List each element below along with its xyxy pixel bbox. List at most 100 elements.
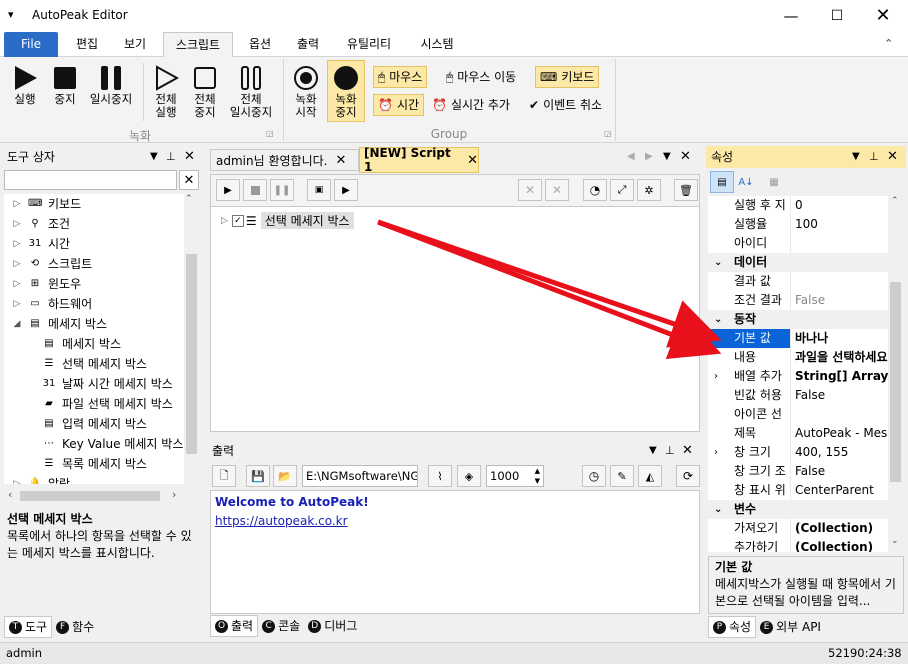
property-row[interactable]: 빈값 허용 False	[708, 386, 888, 405]
tab-list-icon[interactable]: ▼	[663, 151, 671, 162]
close-icon[interactable]: ✕	[682, 440, 693, 462]
pin-icon[interactable]: ⊥	[166, 146, 176, 168]
disabled-button[interactable]: ✕	[518, 179, 542, 201]
property-value[interactable]: 400, 155	[790, 443, 888, 462]
expand-arrow-icon[interactable]: ▷	[10, 254, 24, 274]
property-row[interactable]: 창 표시 위 CenterParent	[708, 481, 888, 500]
expand-arrow-icon[interactable]: ▷	[10, 474, 24, 484]
property-row[interactable]: 결과 값	[708, 272, 888, 291]
tab-tools[interactable]: T 도구	[4, 616, 53, 638]
tab-utility[interactable]: 유틸리티	[336, 32, 402, 57]
property-row[interactable]: 제목 AutoPeak - Messa	[708, 424, 888, 443]
property-value[interactable]: (Collection)	[790, 538, 888, 552]
toolbox-item[interactable]: ▷ ⌨ 키보드	[4, 194, 184, 214]
realtime-add-toggle[interactable]: ⏰ 실시간 추가	[428, 94, 514, 116]
delete-button[interactable]: 🗑	[674, 179, 698, 201]
toolbox-vscrollbar[interactable]: ⌃	[184, 194, 199, 484]
collapse-button[interactable]: ✲	[637, 179, 661, 201]
expand-arrow-icon[interactable]: ◢	[10, 314, 24, 334]
toolbox-item[interactable]: ▷ 31 시간	[4, 234, 184, 254]
pause-script-button[interactable]: ❚❚	[270, 179, 294, 201]
property-category[interactable]: ⌄ 데이터	[708, 253, 888, 272]
tab-system[interactable]: 시스템	[408, 32, 466, 57]
toolbox-item[interactable]: ▷ ⟲ 스크립트	[4, 254, 184, 274]
close-icon[interactable]: ✕	[887, 146, 898, 168]
pause-button[interactable]: 일시중지	[86, 61, 136, 106]
pause-all-button[interactable]: 전체 일시중지	[226, 61, 276, 119]
keyboard-toggle[interactable]: ⌨ 키보드	[535, 66, 600, 88]
tab-properties[interactable]: P 속성	[708, 616, 757, 638]
tab-output-log[interactable]: O 출력	[210, 615, 259, 637]
tab-scroll-right-icon[interactable]: ▶	[645, 151, 653, 162]
property-pages-button[interactable]: ▦	[762, 171, 786, 193]
maximize-button[interactable]: ☐	[814, 0, 860, 32]
checkbox-icon[interactable]: ✓	[231, 214, 244, 227]
property-row[interactable]: 조건 결과 False	[708, 291, 888, 310]
toolbox-item[interactable]: ▷ ▭ 하드웨어	[4, 294, 184, 314]
toolbox-item[interactable]: ☰ 선택 메세지 박스	[4, 354, 184, 374]
property-row[interactable]: 추가하기 (Collection)	[708, 538, 888, 552]
toolbox-item[interactable]: ▷ 🔔 알람	[4, 474, 184, 484]
property-vscrollbar[interactable]: ⌃ ⌄	[888, 196, 903, 552]
property-value[interactable]: False	[790, 462, 888, 481]
property-category[interactable]: ⌄ 변수	[708, 500, 888, 519]
tab-output[interactable]: 출력	[286, 32, 330, 57]
toolbox-item[interactable]: ▰ 파일 선택 메세지 박스	[4, 394, 184, 414]
expand-arrow-icon[interactable]: ▷	[10, 214, 24, 234]
script-canvas[interactable]: ▷ ✓ ☰ 선택 메세지 박스	[210, 206, 700, 432]
property-row[interactable]: 아이디	[708, 234, 888, 253]
mouse-toggle[interactable]: 🖱 마우스	[373, 66, 428, 88]
output-log[interactable]: Welcome to AutoPeak! https://autopeak.co…	[210, 490, 700, 614]
dropdown-icon[interactable]: ▼	[649, 440, 657, 462]
tab-welcome[interactable]: admin님 환영합니다. ✕	[210, 149, 359, 171]
pin-icon[interactable]: ⊥	[869, 146, 879, 168]
stop-all-button[interactable]: 전체 중지	[185, 61, 225, 119]
script-node[interactable]: ▷ ✓ ☰ 선택 메세지 박스	[221, 212, 354, 229]
save-button[interactable]: 💾	[246, 465, 270, 487]
property-row[interactable]: 실행 후 지 0	[708, 196, 888, 215]
categorized-button[interactable]: ▤	[710, 171, 734, 193]
dialog-launcher-icon[interactable]: ◲	[604, 129, 612, 138]
property-value[interactable]: (Collection)	[790, 519, 888, 538]
fill-button[interactable]: ◭	[638, 465, 662, 487]
property-value[interactable]: 100	[790, 215, 888, 234]
collapse-ribbon-icon[interactable]: ⌃	[884, 37, 893, 50]
toolbox-item[interactable]: ▷ ⊞ 윈도우	[4, 274, 184, 294]
log-path-input[interactable]: E:\NGMsoftware\NG	[302, 465, 418, 487]
pen-button[interactable]: ✎	[610, 465, 634, 487]
property-value[interactable]	[790, 234, 888, 253]
expand-arrow-icon[interactable]: ▷	[10, 234, 24, 254]
tab-debug[interactable]: D 디버그	[304, 615, 361, 637]
toolbox-item[interactable]: ◢ ▤ 메세지 박스	[4, 314, 184, 334]
tab-console[interactable]: C 콘솔	[258, 615, 304, 637]
tab-view[interactable]: 보기	[112, 32, 158, 57]
tab-file[interactable]: File	[4, 32, 58, 57]
tab-edit[interactable]: 편집	[64, 32, 110, 57]
dropdown-icon[interactable]: ▼	[150, 146, 158, 168]
step-run-button[interactable]: ▣	[307, 179, 331, 201]
erase-button[interactable]: ◈	[457, 465, 481, 487]
property-category[interactable]: ⌄ 동작	[708, 310, 888, 329]
tab-script-1[interactable]: [NEW] Script 1 ✕	[359, 146, 479, 174]
stop-script-button[interactable]	[243, 179, 267, 201]
property-value[interactable]	[790, 272, 888, 291]
property-row[interactable]: 내용 과일을 선택하세요	[708, 348, 888, 367]
property-row[interactable]: 창 크기 조 False	[708, 462, 888, 481]
toolbox-item[interactable]: 31 날짜 시간 메세지 박스	[4, 374, 184, 394]
property-value[interactable]: AutoPeak - Messa	[790, 424, 888, 443]
refresh-button[interactable]: ⟳	[676, 465, 700, 487]
property-row[interactable]: › 배열 추가 String[] Array	[708, 367, 888, 386]
close-button[interactable]: ✕	[860, 0, 906, 32]
alphabetical-button[interactable]: A↓	[734, 171, 758, 193]
property-row[interactable]: 가져오기 (Collection)	[708, 519, 888, 538]
toolbox-hscrollbar[interactable]: ‹ ›	[4, 488, 199, 504]
collapse-arrow-icon[interactable]: ⌄	[714, 253, 722, 272]
clean-button[interactable]: ⌇	[428, 465, 452, 487]
open-folder-button[interactable]: 📂	[273, 465, 297, 487]
run-script-button[interactable]: ▶	[216, 179, 240, 201]
property-row[interactable]: 기본 값 바나나	[708, 329, 888, 348]
collapse-arrow-icon[interactable]: ⌄	[714, 500, 722, 519]
run-all-button[interactable]: 전체 실행	[146, 61, 186, 119]
stop-button[interactable]: 중지	[46, 61, 84, 106]
toolbox-item[interactable]: ☰ 목록 메세지 박스	[4, 454, 184, 474]
